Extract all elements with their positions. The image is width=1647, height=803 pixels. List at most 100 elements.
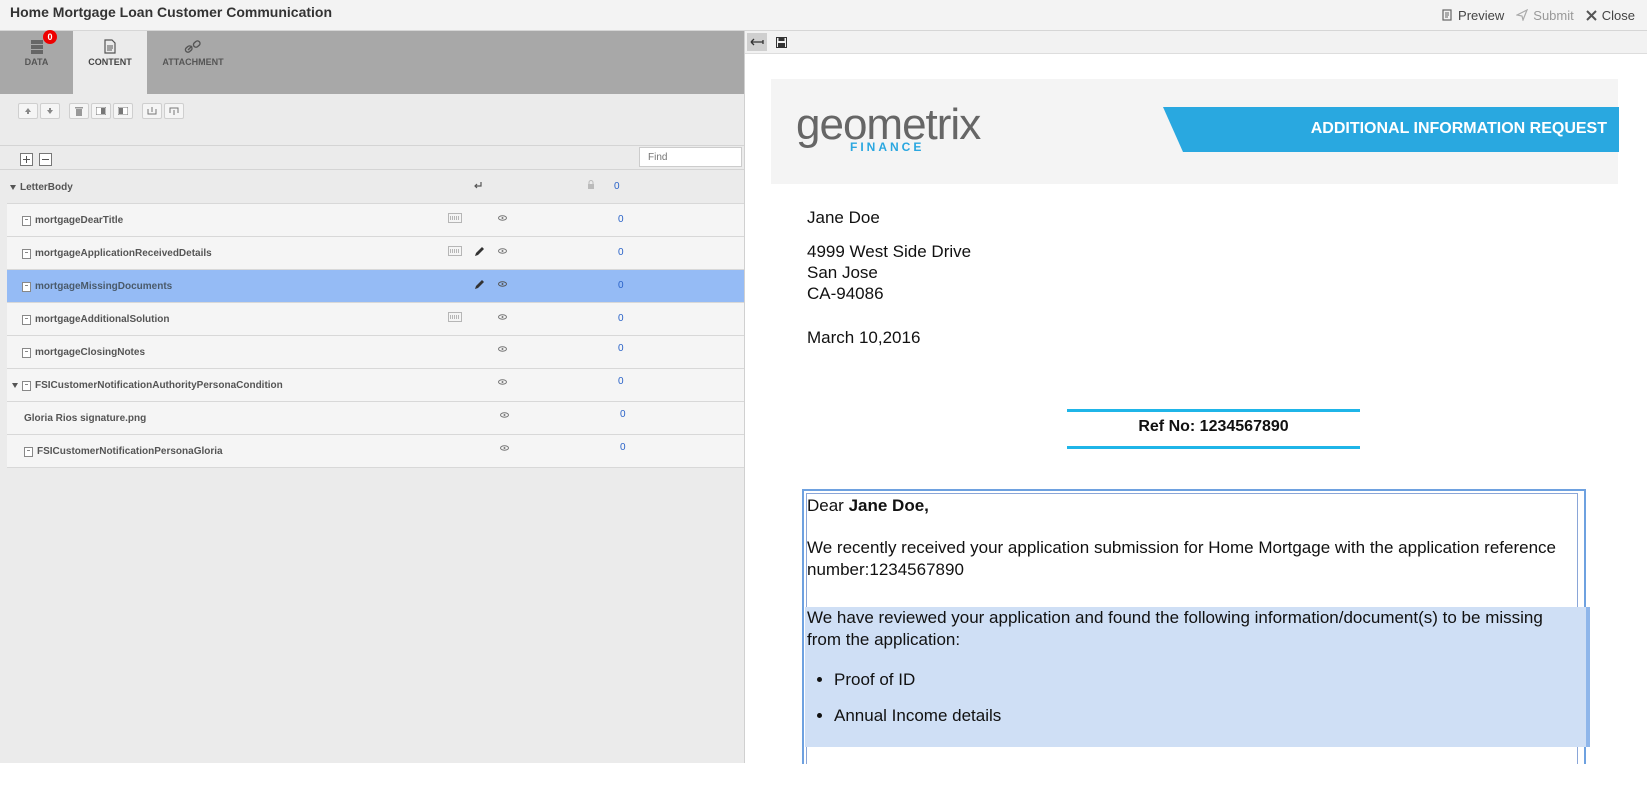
missing-docs-line-2: from the application: (807, 630, 961, 649)
preview-icon (1442, 9, 1452, 21)
collapse-all-button[interactable] (39, 153, 52, 166)
trash-icon (75, 106, 83, 116)
salutation-name: Jane Doe, (848, 496, 929, 515)
tree-item-label: FSICustomerNotificationAuthorityPersonaC… (35, 380, 283, 391)
tree-item-label: mortgageApplicationReceivedDetails (35, 248, 212, 259)
tree-row-mortgagemissingdocuments[interactable]: mortgageMissingDocuments 0 (7, 270, 744, 303)
tab-attachment[interactable]: ATTACHMENT (147, 31, 239, 94)
tree-row-persona-gloria[interactable]: FSICustomerNotificationPersonaGloria 0 (7, 435, 744, 468)
lock-icon[interactable] (587, 180, 595, 193)
received-details-line-2: number:1234567890 (807, 560, 964, 579)
tree-item-mortgageapplicationreceiveddetails: mortgageApplicationReceivedDetails (22, 248, 212, 259)
letter-banner: ADDITIONAL INFORMATION REQUEST (1163, 107, 1619, 152)
tree-row-mortgageapplicationreceiveddetails[interactable]: mortgageApplicationReceivedDetails 0 (7, 237, 744, 270)
preview-label: Preview (1458, 7, 1505, 23)
tree-item-label: FSICustomerNotificationPersonaGloria (37, 446, 223, 457)
submit-label: Submit (1533, 7, 1574, 23)
outdent-button[interactable] (113, 103, 133, 119)
expand-caret-icon[interactable] (10, 185, 16, 190)
move-down-button[interactable] (40, 103, 60, 119)
eye-icon[interactable] (498, 377, 507, 388)
preview-toolbar (745, 31, 1647, 54)
find-input[interactable] (639, 147, 742, 167)
address-line-1: 4999 West Side Drive (807, 242, 972, 261)
company-logo-subtitle: FINANCE (850, 140, 925, 154)
tree-row-letterbody[interactable]: LetterBody 0 (7, 171, 744, 204)
letter-body-editor[interactable]: Dear Jane Doe, We recently received your… (802, 489, 1590, 764)
placeholder-icon[interactable] (448, 312, 462, 325)
tree-item-persona-gloria: FSICustomerNotificationPersonaGloria (24, 446, 223, 457)
eye-icon[interactable] (498, 213, 507, 224)
swap-arrows-icon (750, 38, 764, 46)
text-module-icon (22, 314, 31, 325)
insert-below-icon (169, 107, 179, 115)
pencil-icon[interactable] (474, 279, 485, 293)
link-icon (184, 39, 202, 55)
toggle-panel-button[interactable] (747, 33, 767, 51)
expand-caret-icon[interactable] (12, 383, 18, 388)
indent-button[interactable] (91, 103, 111, 119)
expand-all-button[interactable] (20, 153, 33, 166)
submit-button[interactable]: Submit (1516, 7, 1574, 23)
tree-item-count: 0 (618, 280, 624, 291)
pencil-icon[interactable] (474, 246, 485, 260)
tree-item-mortgageadditionalsolution: mortgageAdditionalSolution (22, 314, 169, 325)
tree-item-authority-condition: FSICustomerNotificationAuthorityPersonaC… (12, 380, 283, 391)
tree-item-count: 0 (618, 313, 624, 324)
insert-below-button[interactable] (164, 103, 184, 119)
text-module-icon (22, 281, 31, 292)
indent-icon (96, 107, 106, 115)
eye-icon[interactable] (498, 344, 507, 355)
tree-item-label: LetterBody (20, 182, 73, 193)
insert-above-button[interactable] (142, 103, 162, 119)
text-module-icon (22, 215, 31, 226)
database-icon (30, 39, 44, 55)
tree-row-authority-condition[interactable]: FSICustomerNotificationAuthorityPersonaC… (7, 369, 744, 402)
tree-item-mortgagemissingdocuments: mortgageMissingDocuments (22, 281, 172, 292)
eye-icon[interactable] (500, 410, 509, 421)
tab-content[interactable]: CONTENT (73, 31, 147, 94)
placeholder-icon[interactable] (448, 246, 462, 259)
top-actions: Preview Submit Close (1442, 0, 1647, 30)
save-button[interactable] (771, 33, 791, 51)
eye-icon[interactable] (498, 279, 507, 290)
save-icon (775, 36, 787, 48)
document-icon (104, 39, 116, 55)
move-up-button[interactable] (18, 103, 38, 119)
tree-row-mortgagedeartitle[interactable]: mortgageDearTitle 0 (7, 204, 744, 237)
tree-row-mortgageclosingnotes[interactable]: mortgageClosingNotes 0 (7, 336, 744, 369)
letter-date: March 10,2016 (807, 328, 921, 347)
close-button[interactable]: Close (1586, 8, 1635, 23)
eye-icon[interactable] (498, 312, 507, 323)
tree-row-mortgageadditionalsolution[interactable]: mortgageAdditionalSolution 0 (7, 303, 744, 336)
tree-item-count: 0 (618, 214, 624, 225)
address-line-3: CA-94086 (807, 284, 884, 303)
app-title: Home Mortgage Loan Customer Communicatio… (10, 4, 333, 20)
tree-item-count: 0 (618, 343, 624, 354)
content-toolbar (18, 103, 186, 119)
tree-item-count: 0 (618, 376, 624, 387)
tree-item-label: mortgageClosingNotes (35, 347, 146, 358)
condition-icon (22, 380, 31, 391)
tree-item-label: mortgageDearTitle (35, 215, 124, 226)
received-details-line-1: We recently received your application su… (807, 538, 1557, 557)
tree-item-letterbody: LetterBody (10, 182, 73, 193)
data-badge: 0 (43, 30, 57, 44)
eye-icon[interactable] (500, 443, 509, 454)
close-label: Close (1601, 7, 1635, 23)
tree-row-signature-image[interactable]: Gloria Rios signature.png 0 (7, 402, 744, 435)
missing-documents-list: Proof of ID Annual Income details (809, 669, 1001, 741)
expand-collapse-controls (20, 153, 58, 166)
preview-button[interactable]: Preview (1442, 8, 1504, 23)
return-icon[interactable] (473, 180, 483, 193)
eye-icon[interactable] (498, 246, 507, 257)
placeholder-icon[interactable] (448, 213, 462, 226)
tab-data[interactable]: 0 DATA (0, 30, 73, 94)
tree-item-count: 0 (618, 247, 624, 258)
title-bar: Home Mortgage Loan Customer Communicatio… (0, 0, 1647, 31)
content-tree: LetterBody 0 mortgageDearTitle 0 mortgag… (7, 171, 744, 468)
delete-button[interactable] (69, 103, 89, 119)
tree-item-count: 0 (620, 442, 626, 453)
send-icon (1516, 9, 1529, 21)
tree-item-label: mortgageAdditionalSolution (35, 314, 170, 325)
